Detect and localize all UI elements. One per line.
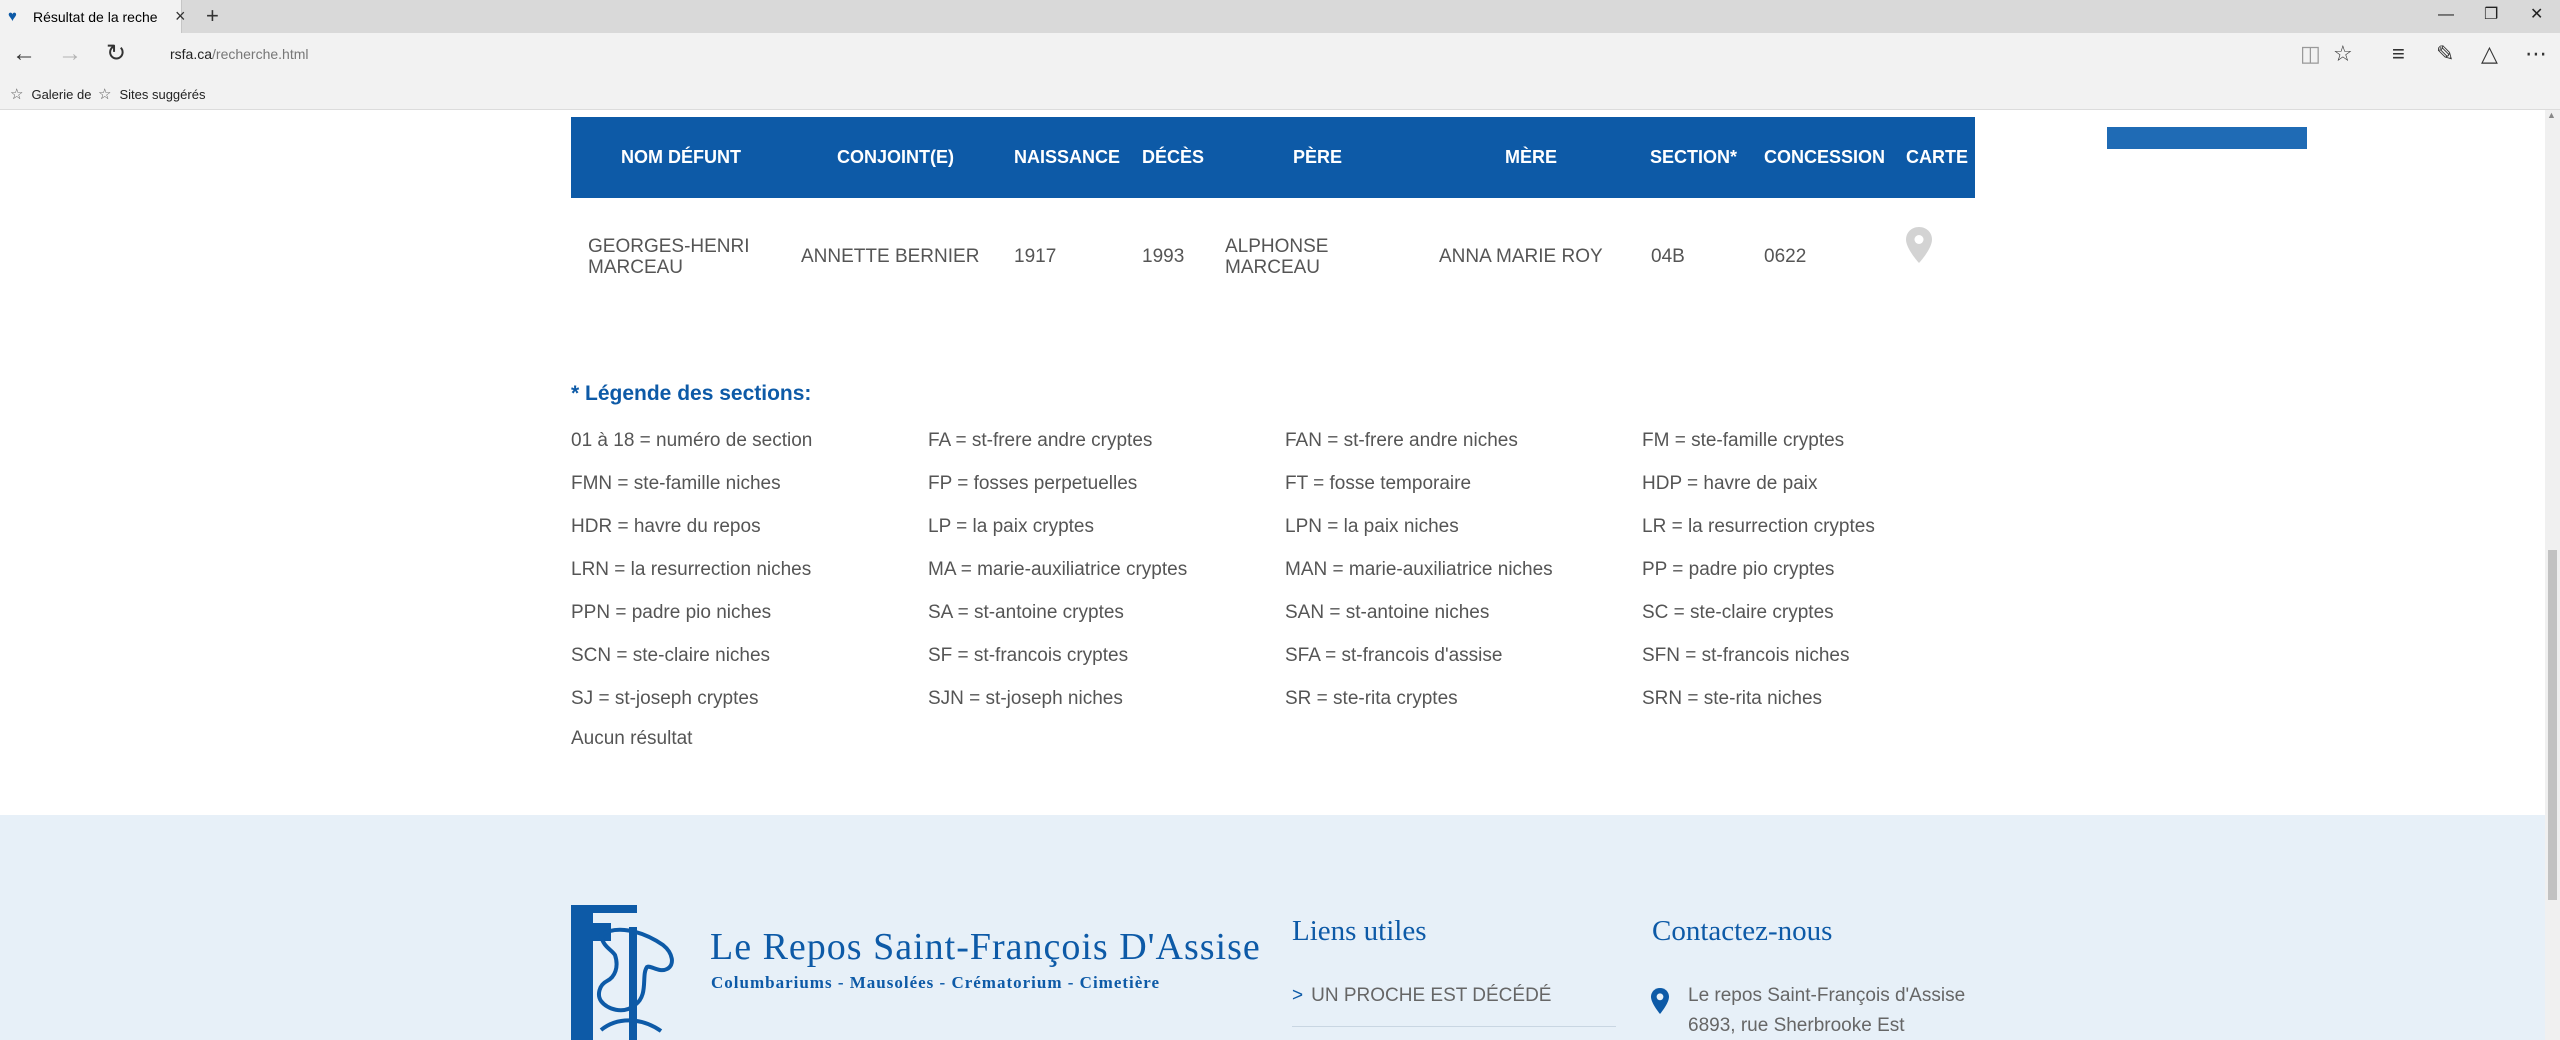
legend-item: FM = ste-famille cryptes — [1642, 430, 1845, 451]
cell-naissance: 1917 — [1014, 246, 1057, 267]
cell-section: 04B — [1651, 246, 1685, 267]
contact-name: Le repos Saint-François d'Assise — [1688, 985, 1966, 1006]
legend-item: SCN = ste-claire niches — [571, 645, 771, 666]
legend-item: HDP = havre de paix — [1642, 473, 1818, 494]
legend-item: MAN = marie-auxiliatrice niches — [1285, 559, 1553, 580]
cell-concession: 0622 — [1764, 246, 1807, 267]
legend-item: FT = fosse temporaire — [1285, 473, 1472, 494]
cell-pere: ALPHONSE MARCEAU — [1225, 236, 1329, 278]
legend-item: FMN = ste-famille niches — [571, 473, 781, 494]
scroll-up-icon[interactable]: ▲ — [2547, 110, 2556, 120]
legend-item: LP = la paix cryptes — [928, 516, 1094, 537]
legend-item: HDR = havre du repos — [571, 516, 761, 537]
legend-item: SC = ste-claire cryptes — [1642, 602, 1834, 623]
close-window-icon[interactable]: ✕ — [2530, 5, 2543, 25]
refresh-icon[interactable]: ↻ — [106, 41, 126, 67]
legend-item: SA = st-antoine cryptes — [928, 602, 1124, 623]
new-tab-icon[interactable]: + — [206, 4, 219, 28]
legend-item: PP = padre pio cryptes — [1642, 559, 1835, 580]
address-bar-row: ← → ↻ rsfa.ca/recherche.html ◫ ☆ ≡ ✎ △ ⋯ — [0, 33, 2560, 76]
close-tab-icon[interactable]: × — [175, 6, 191, 26]
legend-item: SF = st-francois cryptes — [928, 645, 1129, 666]
no-result-text: Aucun résultat — [571, 728, 693, 749]
legend-item: 01 à 18 = numéro de section — [571, 430, 813, 451]
favorite-star-icon[interactable]: ☆ — [2333, 42, 2353, 66]
cell-deces: 1993 — [1142, 246, 1185, 267]
col-header-concession: CONCESSION — [1764, 147, 1886, 167]
site-favicon-icon: ♥ — [8, 8, 17, 25]
vertical-scrollbar[interactable]: ▲ — [2545, 110, 2560, 1040]
legend-title: * Légende des sections: — [571, 382, 812, 405]
col-header-section: SECTION* — [1650, 147, 1738, 167]
contact-heading: Contactez-nous — [1652, 915, 1833, 947]
legend-item: SFN = st-francois niches — [1642, 645, 1850, 666]
legend-item: SJ = st-joseph cryptes — [571, 688, 759, 709]
browser-tab[interactable]: ♥ Résultat de la recherche × — [0, 0, 186, 33]
legend-item: MA = marie-auxiliatrice cryptes — [928, 559, 1188, 580]
favorite-item[interactable]: ☆ Sites suggérés — [98, 85, 205, 103]
logo-subtitle: Columbariums - Mausolées - Crématorium -… — [711, 973, 1161, 992]
star-icon: ☆ — [10, 86, 24, 103]
scroll-thumb[interactable] — [2548, 550, 2557, 900]
tab-strip: ♥ Résultat de la recherche × + — ❐ ✕ — [0, 0, 2560, 33]
col-header-naissance: NAISSANCE — [1014, 147, 1121, 167]
table-row: GEORGES-HENRI MARCEAU ANNETTE BERNIER 191… — [571, 198, 1975, 298]
reading-view-icon[interactable]: ◫ — [2300, 42, 2321, 66]
page-content: NOM DÉFUNT CONJOINT(E) NAISSANCE DÉCÈS P… — [0, 110, 2545, 1040]
footer-divider — [1292, 1026, 1616, 1027]
legend-item: LPN = la paix niches — [1285, 516, 1459, 537]
contact-address: 6893, rue Sherbrooke Est — [1688, 1015, 1905, 1036]
restore-icon[interactable]: ❐ — [2484, 5, 2498, 25]
web-note-icon[interactable]: ✎ — [2436, 42, 2454, 66]
col-header-carte: CARTE — [1906, 147, 1968, 167]
forward-arrow-icon[interactable]: → — [58, 41, 82, 67]
share-icon[interactable]: △ — [2481, 42, 2498, 66]
favorite-item[interactable]: ☆ Galerie de — [10, 85, 91, 103]
tab-title: Résultat de la recherche — [33, 9, 158, 25]
col-header-mere: MÈRE — [1505, 147, 1558, 167]
back-arrow-icon[interactable]: ← — [12, 41, 36, 67]
legend-item: SR = ste-rita cryptes — [1285, 688, 1458, 709]
legend-item: SAN = st-antoine niches — [1285, 602, 1490, 623]
legend-item: SRN = ste-rita niches — [1642, 688, 1823, 709]
legend-item: LR = la resurrection cryptes — [1642, 516, 1875, 537]
more-icon[interactable]: ⋯ — [2525, 42, 2547, 66]
url-field[interactable]: rsfa.ca/recherche.html — [170, 46, 309, 62]
legend-item: PPN = padre pio niches — [571, 602, 772, 623]
cell-nom: GEORGES-HENRI MARCEAU — [588, 236, 750, 278]
location-pin-icon — [1651, 988, 1669, 1014]
minimize-icon[interactable]: — — [2438, 5, 2454, 25]
cell-mere: ANNA MARIE ROY — [1439, 246, 1603, 267]
hub-icon[interactable]: ≡ — [2392, 42, 2405, 66]
cell-conjoint: ANNETTE BERNIER — [801, 246, 980, 267]
legend-item: LRN = la resurrection niches — [571, 559, 812, 580]
map-pin-icon[interactable] — [1905, 226, 1933, 264]
legend-item: FP = fosses perpetuelles — [928, 473, 1138, 494]
useful-links-heading: Liens utiles — [1292, 915, 1427, 947]
star-icon: ☆ — [98, 86, 112, 103]
results-table-header: NOM DÉFUNT CONJOINT(E) NAISSANCE DÉCÈS P… — [571, 117, 2307, 198]
tooltip-chip — [2107, 127, 2307, 149]
footer: Le Repos Saint-François D'Assise Columba… — [0, 815, 2545, 1040]
link-proche-decede[interactable]: > UN PROCHE EST DÉCÉDÉ — [1292, 985, 1551, 1007]
legend-item: SJN = st-joseph niches — [928, 688, 1123, 709]
legend-item: FA = st-frere andre cryptes — [928, 430, 1153, 451]
col-header-conjoint: CONJOINT(E) — [837, 147, 954, 167]
col-header-pere: PÈRE — [1293, 147, 1343, 167]
col-header-nom: NOM DÉFUNT — [621, 147, 741, 167]
legend-item: FAN = st-frere andre niches — [1285, 430, 1518, 451]
logo-emblem-icon[interactable] — [571, 905, 681, 1040]
logo-title[interactable]: Le Repos Saint-François D'Assise — [710, 925, 1261, 969]
legend-item: SFA = st-francois d'assise — [1285, 645, 1503, 666]
col-header-deces: DÉCÈS — [1142, 147, 1205, 167]
favorites-bar: ☆ Galerie de ☆ Sites suggérés — [0, 76, 2560, 110]
